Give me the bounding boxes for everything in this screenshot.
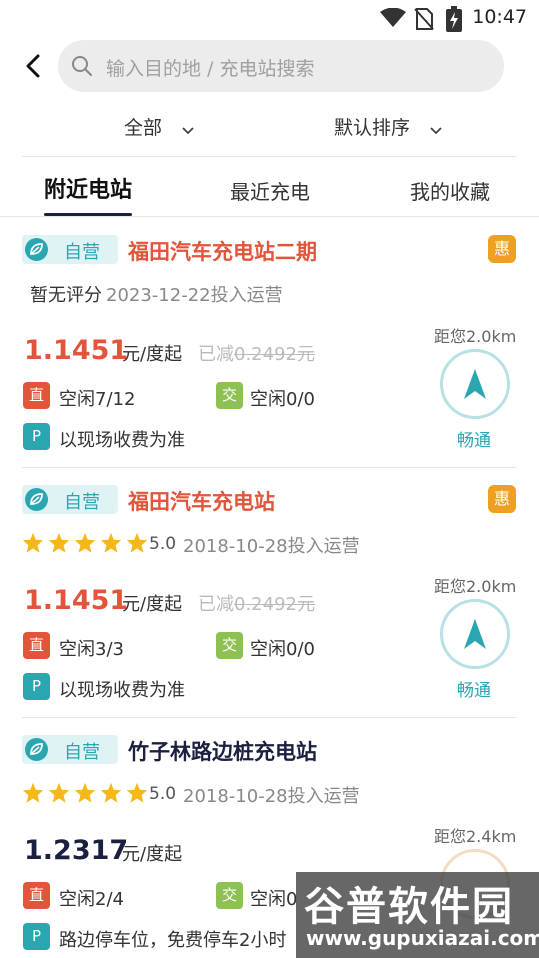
dc-tag: 直 xyxy=(23,382,50,409)
operation-date: 2018-10-28投入运营 xyxy=(183,536,360,557)
status-bar: 10:47 xyxy=(0,0,539,36)
parking-tag: P xyxy=(23,923,50,950)
ac-availability: 空闲0/0 xyxy=(250,389,315,410)
dc-availability: 空闲7/12 xyxy=(59,389,136,410)
discount-prefix: 已减 xyxy=(198,594,234,615)
search-input[interactable]: 输入目的地 / 充电站搜索 xyxy=(106,54,314,81)
search-icon xyxy=(70,54,94,82)
navigate-button[interactable] xyxy=(440,349,510,419)
price-unit: 元/度起 xyxy=(122,344,183,365)
traffic-status: 畅通 xyxy=(457,681,491,701)
star-icon xyxy=(100,532,122,553)
star-icon xyxy=(48,532,70,553)
rating-value: 5.0 xyxy=(149,784,177,804)
rating-text: 暂无评分 xyxy=(30,285,102,306)
operation-date: 2023-12-22投入运营 xyxy=(106,285,283,306)
self-operated-badge: 自营 xyxy=(22,235,118,264)
station-name[interactable]: 福田汽车充电站 xyxy=(128,486,275,516)
discount-amount: 0.2492元 xyxy=(234,594,315,615)
discount-amount: 0.2492元 xyxy=(234,344,315,365)
self-operated-badge: 自营 xyxy=(22,735,118,764)
sort-dropdown[interactable]: 默认排序 xyxy=(334,113,442,140)
star-rating xyxy=(22,782,152,804)
navigation-arrow-icon xyxy=(464,369,486,399)
star-icon xyxy=(22,532,44,553)
leaf-icon xyxy=(25,488,48,511)
star-rating xyxy=(22,532,152,554)
watermark-title: 谷普软件园 xyxy=(304,884,514,930)
watermark-url: www.gupuxiazai.com xyxy=(306,926,539,950)
station-name[interactable]: 竹子林路边桩充电站 xyxy=(128,736,317,766)
divider xyxy=(0,216,539,217)
parking-tag: P xyxy=(23,673,50,700)
price: 1.1451 xyxy=(24,335,129,366)
rating-line: 暂无评分 2023-12-22投入运营 xyxy=(30,281,283,307)
wifi-icon xyxy=(380,7,406,32)
star-icon xyxy=(48,782,70,803)
operation-date: 2018-10-28投入运营 xyxy=(183,786,360,807)
leaf-icon xyxy=(25,238,48,261)
distance: 距您2.4km xyxy=(434,827,517,846)
promo-badge: 惠 xyxy=(488,235,516,263)
self-operated-badge: 自营 xyxy=(22,485,118,514)
dc-tag: 直 xyxy=(23,632,50,659)
clock: 10:47 xyxy=(472,6,527,28)
star-icon xyxy=(100,782,122,803)
dc-availability: 空闲2/4 xyxy=(59,889,124,910)
watermark: 谷普软件园 www.gupuxiazai.com xyxy=(296,872,539,958)
ac-availability: 空闲0/0 xyxy=(250,639,315,660)
price: 1.2317 xyxy=(24,835,129,866)
star-icon xyxy=(126,782,148,803)
price-unit: 元/度起 xyxy=(122,594,183,615)
parking-info: 路边停车位，免费停车2小时 xyxy=(59,930,287,951)
ac-availability: 空闲0 xyxy=(250,889,298,910)
battery-charging-icon xyxy=(446,6,462,36)
tab-my-favorites[interactable]: 我的收藏 xyxy=(410,176,490,205)
ac-tag: 交 xyxy=(216,382,243,409)
station-card[interactable]: 自营 福田汽车充电站 惠 5.0 2018-10-28投入运营 1.1451 元… xyxy=(0,468,539,718)
sort-label: 默认排序 xyxy=(334,117,411,139)
station-card[interactable]: 自营 福田汽车充电站二期 惠 暂无评分 2023-12-22投入运营 1.1451… xyxy=(0,218,539,468)
distance: 距您2.0km xyxy=(434,577,517,596)
star-icon xyxy=(126,532,148,553)
price-unit: 元/度起 xyxy=(122,844,183,865)
star-icon xyxy=(22,782,44,803)
parking-tag: P xyxy=(23,423,50,450)
discount: 已减0.2492元 xyxy=(198,590,315,616)
chevron-down-icon xyxy=(430,118,442,140)
no-sim-icon xyxy=(414,7,434,35)
ac-tag: 交 xyxy=(216,882,243,909)
navigation-arrow-icon xyxy=(464,619,486,649)
star-icon xyxy=(74,532,96,553)
badge-label: 自营 xyxy=(64,742,100,763)
dc-availability: 空闲3/3 xyxy=(59,639,124,660)
promo-badge: 惠 xyxy=(488,485,516,513)
rating-value: 5.0 xyxy=(149,534,177,554)
filter-all-label: 全部 xyxy=(124,117,163,139)
tab-nearby-stations[interactable]: 附近电站 xyxy=(44,172,132,204)
parking-info: 以现场收费为准 xyxy=(59,680,185,701)
tab-recent-charging[interactable]: 最近充电 xyxy=(230,176,310,205)
divider xyxy=(22,156,516,157)
filter-all-dropdown[interactable]: 全部 xyxy=(124,113,194,140)
badge-label: 自营 xyxy=(64,492,100,513)
chevron-down-icon xyxy=(182,118,194,140)
station-name[interactable]: 福田汽车充电站二期 xyxy=(128,236,317,266)
navigate-button[interactable] xyxy=(440,599,510,669)
badge-label: 自营 xyxy=(64,242,100,263)
back-icon[interactable] xyxy=(22,52,46,80)
distance: 距您2.0km xyxy=(434,327,517,346)
star-icon xyxy=(74,782,96,803)
price: 1.1451 xyxy=(24,585,129,616)
leaf-icon xyxy=(25,738,48,761)
discount: 已减0.2492元 xyxy=(198,340,315,366)
parking-info: 以现场收费为准 xyxy=(59,430,185,451)
discount-prefix: 已减 xyxy=(198,344,234,365)
search-bar[interactable]: 输入目的地 / 充电站搜索 xyxy=(58,40,504,92)
dc-tag: 直 xyxy=(23,882,50,909)
traffic-status: 畅通 xyxy=(457,431,491,451)
ac-tag: 交 xyxy=(216,632,243,659)
